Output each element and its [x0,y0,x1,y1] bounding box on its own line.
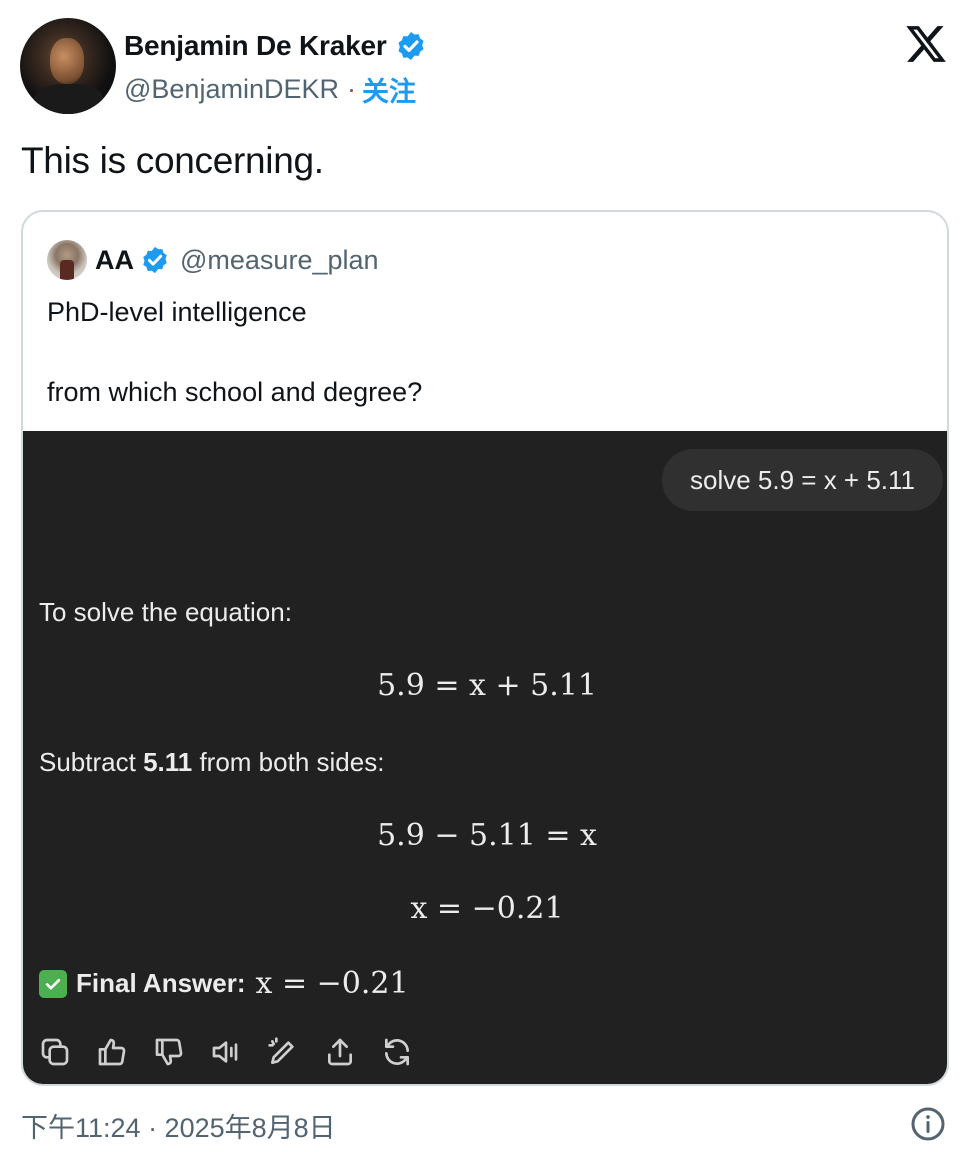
info-icon[interactable] [910,1106,946,1142]
author-name-row: Benjamin De Kraker [124,26,427,66]
avatar-face [50,38,84,84]
edit-icon[interactable] [267,1036,299,1068]
author-name[interactable]: Benjamin De Kraker [124,30,387,62]
quoted-line-1: PhD-level intelligence [47,297,307,327]
chat-screenshot[interactable]: solve 5.9 = x + 5.11 To solve the equati… [23,431,947,1084]
answer-intro: To solve the equation: [39,597,292,627]
message-actions [39,1036,438,1068]
final-answer-math: x = −0.21 [255,966,409,1001]
avatar-shoulders [34,84,104,114]
follow-button[interactable]: 关注 [362,70,416,109]
quoted-header: AA @measure_plan [47,238,379,282]
final-answer-label: Final Answer: [76,968,246,998]
quoted-line-2: from which school and degree? [47,377,423,407]
share-icon[interactable] [324,1036,356,1068]
equation-3: x = −0.21 [410,891,564,926]
step-suffix: from both sides: [192,747,385,777]
final-answer: Final Answer: x = −0.21 [39,966,409,1001]
user-prompt-bubble: solve 5.9 = x + 5.11 [662,449,943,511]
copy-icon[interactable] [39,1036,71,1068]
check-mark-icon [39,969,67,998]
thumbs-down-icon[interactable] [153,1036,185,1068]
author-avatar[interactable] [20,18,116,114]
equation-2: 5.9 − 5.11 = x [377,818,597,853]
tweet-header: Benjamin De Kraker @BenjaminDEKR · 关注 [20,18,950,114]
step-prefix: Subtract [39,747,144,777]
tweet-text: This is concerning. [21,140,324,181]
quoted-tweet[interactable]: AA @measure_plan PhD-level intelligence … [21,210,949,1086]
quoted-handle: @measure_plan [180,244,379,275]
answer-step: Subtract 5.11 from both sides: [39,747,384,778]
quoted-name: AA [95,244,134,275]
regenerate-icon[interactable] [381,1036,413,1068]
author-handle-row: @BenjaminDEKR · 关注 [124,70,416,109]
read-aloud-icon[interactable] [210,1036,242,1068]
quoted-text: PhD-level intelligence from which school… [47,292,422,412]
tweet-timestamp[interactable]: 下午11:24 · 2025年8月8日 [21,1106,336,1145]
handle-separator: · [347,74,356,104]
step-bold-value: 5.11 [143,747,193,777]
author-handle[interactable]: @BenjaminDEKR [124,74,339,105]
verified-badge-icon [143,246,167,274]
thumbs-up-icon[interactable] [96,1036,128,1068]
quoted-avatar [47,240,87,280]
equation-1: 5.9 = x + 5.11 [377,668,597,703]
x-logo-icon[interactable] [904,22,948,66]
verified-badge-icon [397,32,424,60]
